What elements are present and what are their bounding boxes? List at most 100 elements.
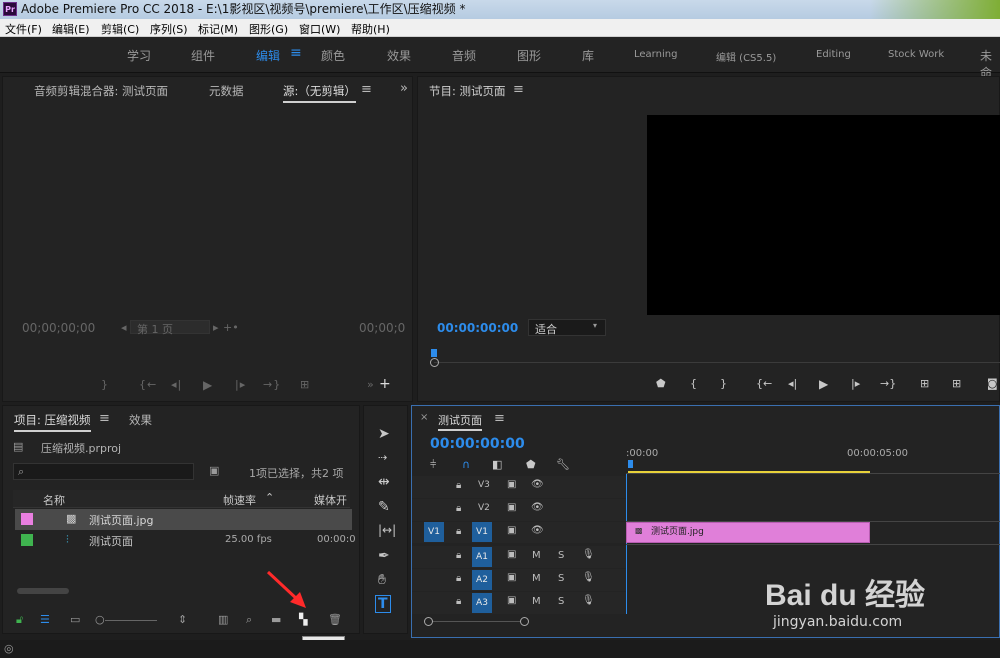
new-bin-icon[interactable]: ▬ bbox=[271, 613, 281, 626]
ripple-edit-tool-icon[interactable]: ⇹ bbox=[378, 474, 390, 490]
icon-view-icon[interactable]: ▭ bbox=[70, 613, 80, 626]
workspace-stock-work[interactable]: Stock Work bbox=[888, 49, 944, 60]
project-item-row[interactable]: ▩ 测试页面.jpg bbox=[15, 509, 352, 530]
hand-tool-icon[interactable]: ✋︎ bbox=[378, 572, 386, 588]
workspace-editing-en[interactable]: Editing bbox=[816, 49, 851, 60]
zoom-slider-handle-icon[interactable]: ○ bbox=[95, 613, 105, 626]
tab-project[interactable]: 项目: 压缩视频 bbox=[14, 412, 91, 432]
track-label-v2[interactable]: V2 bbox=[478, 503, 490, 513]
solo-button[interactable]: S bbox=[558, 550, 564, 561]
sync-lock-icon[interactable]: ▣ bbox=[507, 479, 516, 490]
extract-icon[interactable]: ⊞ bbox=[952, 377, 961, 390]
linked-selection-icon[interactable]: ◧ bbox=[492, 458, 502, 471]
sync-lock-icon[interactable]: ▣ bbox=[507, 572, 516, 583]
program-time-ruler[interactable] bbox=[426, 349, 1000, 369]
workspace-audio[interactable]: 音频 bbox=[452, 47, 476, 64]
program-title[interactable]: 节目: 测试页面 bbox=[429, 83, 506, 99]
solo-button[interactable]: S bbox=[558, 573, 564, 584]
workspace-learn[interactable]: 学习 bbox=[127, 47, 151, 64]
menu-sequence[interactable]: 序列(S) bbox=[150, 21, 188, 37]
fit-dropdown[interactable]: 适合 ▾ bbox=[528, 319, 606, 336]
page-prev-icon[interactable]: ◂ bbox=[121, 321, 127, 334]
timeline-zoom-scrollbar[interactable] bbox=[424, 617, 529, 627]
add-button-icon[interactable]: + bbox=[379, 376, 392, 392]
lock-icon[interactable]: 🔒︎ bbox=[456, 596, 461, 607]
zoom-slider[interactable] bbox=[105, 620, 157, 621]
step-back-icon[interactable]: ◂| bbox=[788, 377, 797, 390]
sync-lock-icon[interactable]: ▣ bbox=[507, 502, 516, 513]
mute-button[interactable]: M bbox=[532, 550, 541, 561]
sort-icons-icon[interactable]: ⇕ bbox=[178, 613, 187, 626]
timeline-ruler[interactable]: :00:00 00:00:05:00 bbox=[626, 444, 1000, 474]
find-in-bin-icon[interactable]: ▣ bbox=[209, 464, 219, 477]
wrench-icon[interactable]: 🔧︎ bbox=[556, 458, 570, 471]
tab-audio-clip-mixer[interactable]: 音频剪辑混合器: 测试页面 bbox=[34, 83, 168, 99]
tab-metadata[interactable]: 元数据 bbox=[209, 83, 244, 99]
lock-icon[interactable]: 🔓︎ bbox=[16, 613, 23, 627]
mute-button[interactable]: M bbox=[532, 596, 541, 607]
column-name[interactable]: 名称 bbox=[43, 492, 65, 508]
mark-out-icon[interactable]: } bbox=[101, 378, 109, 391]
project-menu-icon[interactable]: ≡ bbox=[99, 411, 110, 426]
go-to-out-icon[interactable]: →} bbox=[263, 378, 281, 391]
slip-tool-icon[interactable]: |↔| bbox=[378, 523, 396, 537]
menu-help[interactable]: 帮助(H) bbox=[351, 21, 390, 37]
expand-panels-icon[interactable]: » bbox=[400, 81, 408, 96]
playhead-marker-icon[interactable] bbox=[628, 460, 633, 468]
playhead-marker-icon[interactable] bbox=[431, 349, 437, 357]
eye-icon[interactable]: 👁︎ bbox=[531, 525, 544, 536]
label-color-swatch[interactable] bbox=[21, 534, 33, 546]
mark-out-icon[interactable]: } bbox=[720, 377, 727, 390]
go-to-out-icon[interactable]: →} bbox=[880, 377, 896, 390]
microphone-icon[interactable]: 🎙︎ bbox=[582, 549, 595, 560]
lift-icon[interactable]: ⊞ bbox=[920, 377, 929, 390]
timeline-timecode[interactable]: 00:00:00:00 bbox=[430, 436, 525, 452]
panel-menu-icon[interactable]: ≡ bbox=[361, 82, 372, 97]
pen-tool-icon[interactable]: ✒ bbox=[378, 548, 390, 564]
lock-icon[interactable]: 🔒︎ bbox=[456, 503, 461, 514]
tab-source[interactable]: 源:（无剪辑） bbox=[283, 83, 356, 103]
find-icon[interactable]: ⌕ bbox=[246, 613, 252, 627]
type-tool-icon[interactable]: T bbox=[375, 595, 391, 613]
microphone-icon[interactable]: 🎙︎ bbox=[582, 572, 595, 583]
workspace-editing-cs55[interactable]: 编辑 (CS5.5) bbox=[716, 49, 776, 64]
play-icon[interactable]: ▶ bbox=[203, 378, 213, 392]
automate-to-sequence-icon[interactable]: ▥ bbox=[218, 613, 228, 626]
sort-ascending-icon[interactable]: ⌃ bbox=[265, 491, 274, 504]
lock-icon[interactable]: 🔒︎ bbox=[456, 550, 461, 561]
solo-button[interactable]: S bbox=[558, 596, 564, 607]
menu-window[interactable]: 窗口(W) bbox=[299, 21, 340, 37]
trash-icon[interactable]: 🗑︎ bbox=[328, 613, 342, 626]
mark-in-icon[interactable]: { bbox=[690, 377, 697, 390]
sync-lock-icon[interactable]: ▣ bbox=[507, 549, 516, 560]
menu-file[interactable]: 文件(F) bbox=[5, 21, 42, 37]
step-back-icon[interactable]: ◂| bbox=[171, 378, 182, 391]
zoom-handle-icon[interactable] bbox=[430, 358, 439, 367]
list-view-icon[interactable]: ☰ bbox=[40, 613, 50, 626]
insert-icon[interactable]: ⊞ bbox=[300, 378, 310, 391]
go-to-in-icon[interactable]: {← bbox=[139, 378, 157, 391]
workspace-learning[interactable]: Learning bbox=[634, 49, 677, 60]
menu-marker[interactable]: 标记(M) bbox=[198, 21, 238, 37]
scrub-icon[interactable]: +• bbox=[223, 321, 239, 334]
eye-icon[interactable]: 👁︎ bbox=[531, 502, 544, 513]
add-marker-icon[interactable]: ⬟ bbox=[526, 458, 536, 471]
nest-icon[interactable]: ⫩ bbox=[430, 458, 436, 472]
sync-lock-icon[interactable]: ▣ bbox=[507, 595, 516, 606]
track-label-a2[interactable]: A2 bbox=[472, 570, 492, 590]
label-color-swatch[interactable] bbox=[21, 513, 33, 525]
lock-icon[interactable]: 🔒︎ bbox=[456, 573, 461, 584]
workspace-graphics[interactable]: 图形 bbox=[517, 47, 541, 64]
page-selector[interactable]: 第 1 页 bbox=[130, 320, 210, 336]
timeline-menu-icon[interactable]: ≡ bbox=[494, 411, 505, 426]
project-search-input[interactable]: ⌕ bbox=[13, 463, 194, 480]
workspace-effects[interactable]: 效果 bbox=[387, 47, 411, 64]
new-item-icon[interactable]: ▚ bbox=[299, 613, 307, 626]
step-forward-icon[interactable]: |▸ bbox=[235, 378, 246, 391]
track-label-a1[interactable]: A1 bbox=[472, 547, 492, 567]
microphone-icon[interactable]: 🎙︎ bbox=[582, 595, 595, 606]
tab-effects[interactable]: 效果 bbox=[129, 412, 152, 428]
play-icon[interactable]: ▶ bbox=[819, 377, 828, 391]
track-label-v3[interactable]: V3 bbox=[478, 480, 490, 490]
program-menu-icon[interactable]: ≡ bbox=[513, 82, 524, 97]
